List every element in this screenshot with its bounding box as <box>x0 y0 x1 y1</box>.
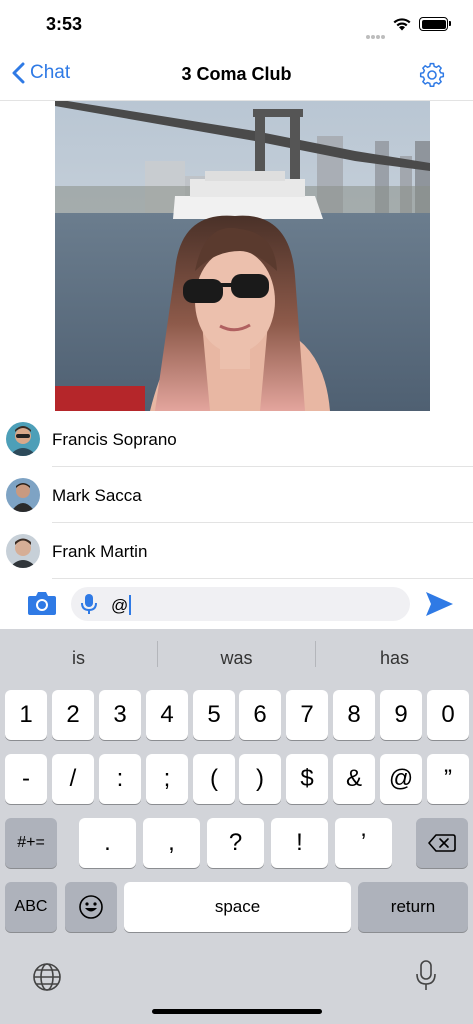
key[interactable]: 4 <box>146 690 188 740</box>
emoji-icon <box>79 895 103 919</box>
globe-icon[interactable] <box>32 962 62 992</box>
battery-icon <box>419 17 451 31</box>
return-key[interactable]: return <box>358 882 468 932</box>
keyboard: is was has 1 2 3 4 5 6 7 8 9 0 - / : ; (… <box>0 629 473 1024</box>
send-icon[interactable] <box>424 590 454 618</box>
symbols-toggle-key[interactable]: #+= <box>5 818 57 868</box>
avatar <box>6 534 40 568</box>
emoji-key[interactable] <box>65 882 117 932</box>
key[interactable]: 1 <box>5 690 47 740</box>
key[interactable]: 2 <box>52 690 94 740</box>
gear-icon[interactable] <box>419 62 445 88</box>
key[interactable]: ’ <box>335 818 392 868</box>
avatar <box>6 422 40 456</box>
microphone-icon[interactable] <box>415 960 437 992</box>
key[interactable]: 0 <box>427 690 469 740</box>
wifi-icon <box>393 18 411 31</box>
status-time: 3:53 <box>46 14 83 34</box>
space-key[interactable]: space <box>124 882 351 932</box>
key[interactable]: - <box>5 754 47 804</box>
key[interactable]: ; <box>146 754 188 804</box>
key[interactable]: 9 <box>380 690 422 740</box>
key[interactable]: ! <box>271 818 328 868</box>
key[interactable]: 6 <box>239 690 281 740</box>
mention-suggestions: Francis Soprano Mark Sacca Frank Martin <box>0 411 473 579</box>
suggestion[interactable]: was <box>158 629 315 685</box>
key[interactable]: & <box>333 754 375 804</box>
message-input-bar: @ <box>0 579 473 629</box>
camera-icon[interactable] <box>27 590 57 616</box>
status-bar: 3:53 <box>0 0 473 50</box>
key[interactable]: / <box>52 754 94 804</box>
key[interactable]: ( <box>193 754 235 804</box>
signal-dots-icon <box>366 26 386 39</box>
text-cursor <box>129 595 132 615</box>
backspace-icon <box>428 834 456 852</box>
message-input[interactable]: @ <box>71 587 410 621</box>
predictive-bar: is was has <box>0 629 473 685</box>
home-indicator <box>152 1009 322 1014</box>
key[interactable]: : <box>99 754 141 804</box>
key[interactable]: ? <box>207 818 264 868</box>
key[interactable]: . <box>79 818 136 868</box>
key[interactable]: , <box>143 818 200 868</box>
photo-image <box>55 101 430 411</box>
backspace-key[interactable] <box>416 818 468 868</box>
key[interactable]: 8 <box>333 690 375 740</box>
chat-photo-message[interactable] <box>55 101 430 411</box>
mention-name: Francis Soprano <box>52 430 177 449</box>
message-text: @ <box>111 595 132 616</box>
key[interactable]: @ <box>380 754 422 804</box>
key[interactable]: ” <box>427 754 469 804</box>
mention-item[interactable]: Frank Martin <box>0 523 473 579</box>
key[interactable]: 5 <box>193 690 235 740</box>
mention-name: Mark Sacca <box>52 486 142 505</box>
avatar <box>6 478 40 512</box>
page-title: 3 Coma Club <box>181 64 292 84</box>
suggestion[interactable]: is <box>0 629 157 685</box>
mention-item[interactable]: Mark Sacca <box>0 467 473 523</box>
navigation-bar: Chat 3 Coma Club <box>0 50 473 101</box>
mention-name: Frank Martin <box>52 542 148 561</box>
key[interactable]: $ <box>286 754 328 804</box>
suggestion[interactable]: has <box>316 629 473 685</box>
abc-key[interactable]: ABC <box>5 882 57 932</box>
key[interactable]: 3 <box>99 690 141 740</box>
microphone-icon[interactable] <box>81 593 97 615</box>
key[interactable]: ) <box>239 754 281 804</box>
mention-item[interactable]: Francis Soprano <box>0 411 473 467</box>
key[interactable]: 7 <box>286 690 328 740</box>
